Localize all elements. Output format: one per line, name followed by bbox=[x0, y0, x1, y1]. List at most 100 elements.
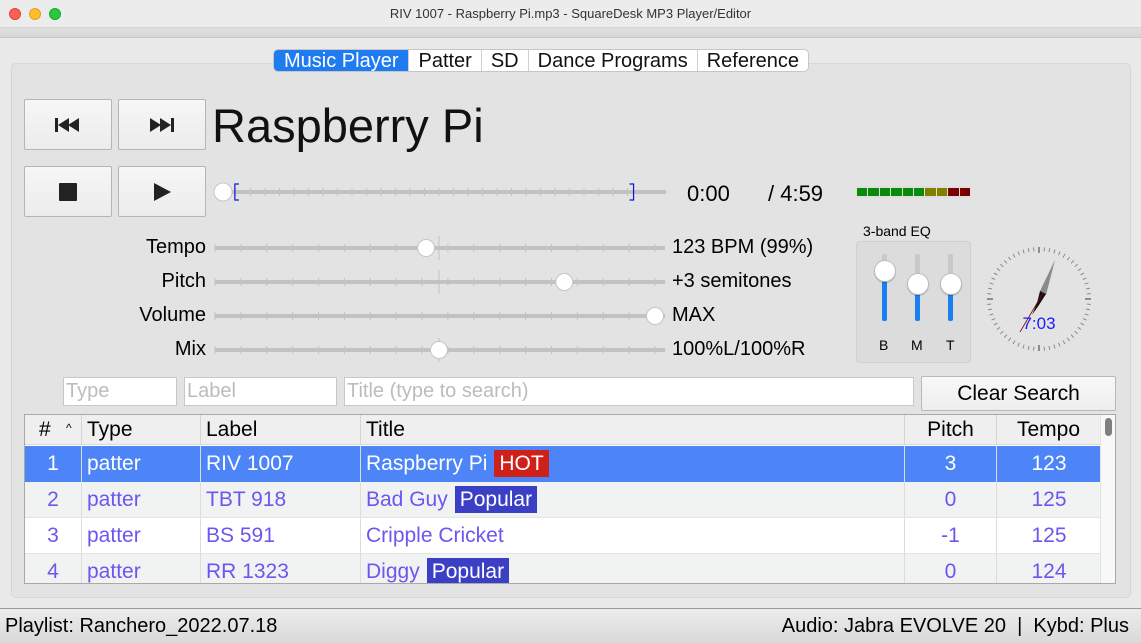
row-title: Bad Guy bbox=[366, 488, 448, 511]
clock-tick bbox=[1066, 256, 1070, 261]
vu-segment bbox=[891, 188, 902, 196]
row-label: TBT 918 bbox=[201, 482, 361, 517]
volume-slider[interactable] bbox=[213, 304, 665, 328]
vu-segment bbox=[959, 188, 971, 196]
tab-dance-programs[interactable]: Dance Programs bbox=[529, 50, 698, 71]
eq-band-label-bass: B bbox=[879, 337, 889, 353]
column-header-number[interactable]: # ^ bbox=[25, 415, 82, 444]
clock-tick bbox=[1000, 330, 1004, 335]
eq-slider-knob[interactable] bbox=[939, 273, 962, 296]
clock-tick bbox=[1070, 260, 1075, 264]
row-title: Raspberry Pi bbox=[366, 452, 488, 475]
row-type: patter bbox=[82, 446, 201, 482]
volume-label: Volume bbox=[139, 304, 206, 326]
tempo-value: 123 BPM (99%) bbox=[672, 236, 814, 258]
title-search-input[interactable] bbox=[344, 377, 914, 406]
clock-tick bbox=[1085, 287, 1090, 290]
title-bar: RIV 1007 - Raspberry Pi.mp3 - SquareDesk… bbox=[0, 0, 1141, 28]
eq-slider-knob[interactable] bbox=[906, 273, 929, 296]
row-number: 2 bbox=[25, 482, 82, 517]
table-row[interactable]: 2 patter TBT 918 Bad Guy Popular 0 125 bbox=[25, 482, 1101, 518]
tab-patter[interactable]: Patter bbox=[409, 50, 482, 71]
clock-tick bbox=[996, 268, 1001, 272]
clock-tick bbox=[1053, 344, 1056, 349]
previous-button[interactable] bbox=[24, 99, 112, 150]
skip-forward-icon bbox=[150, 117, 174, 132]
mix-slider[interactable] bbox=[213, 338, 665, 362]
pitch-label: Pitch bbox=[161, 270, 206, 292]
stop-button[interactable] bbox=[24, 166, 112, 217]
vu-segment bbox=[879, 188, 891, 196]
column-header-title[interactable]: Title bbox=[361, 415, 905, 444]
table-row[interactable]: 1 patter RIV 1007 Raspberry Pi HOT 3 123 bbox=[25, 446, 1101, 482]
type-filter-input[interactable] bbox=[63, 377, 177, 406]
row-label: RIV 1007 bbox=[201, 446, 361, 482]
column-header-type[interactable]: Type bbox=[82, 415, 201, 444]
play-button[interactable] bbox=[118, 166, 206, 217]
clock-tick bbox=[1062, 340, 1066, 345]
seek-knob[interactable] bbox=[213, 182, 233, 202]
clear-search-button[interactable]: Clear Search bbox=[921, 376, 1116, 411]
tab-reference[interactable]: Reference bbox=[698, 50, 808, 71]
column-header-pitch[interactable]: Pitch bbox=[905, 415, 997, 444]
next-button[interactable] bbox=[118, 99, 206, 150]
clock-tick bbox=[1066, 337, 1070, 342]
row-title-cell: Raspberry Pi HOT bbox=[361, 446, 905, 482]
tempo-label: Tempo bbox=[145, 236, 206, 258]
pitch-slider[interactable] bbox=[213, 270, 665, 294]
clock-tick bbox=[1003, 334, 1008, 338]
table-row[interactable]: 3 patter BS 591 Cripple Cricket -1 125 bbox=[25, 518, 1101, 554]
song-table: # ^ Type Label Title Pitch Tempo 1 patte… bbox=[24, 414, 1116, 584]
slider-knob[interactable] bbox=[430, 341, 448, 359]
eq-band-label-mid: M bbox=[911, 337, 923, 353]
clock-tick bbox=[1022, 344, 1025, 349]
row-title: Diggy bbox=[366, 560, 420, 583]
eq-slider-knob[interactable] bbox=[873, 259, 896, 282]
popular-tag: Popular bbox=[454, 486, 538, 513]
table-scrollbar[interactable] bbox=[1100, 415, 1115, 583]
slider-knob[interactable] bbox=[646, 307, 664, 325]
skip-back-icon bbox=[55, 117, 79, 132]
vu-segment bbox=[936, 188, 948, 196]
row-type: patter bbox=[82, 554, 201, 583]
clock-tick bbox=[1077, 268, 1082, 272]
row-title-cell: Diggy Popular bbox=[361, 554, 905, 583]
mix-label: Mix bbox=[174, 338, 206, 360]
row-tempo: 125 bbox=[1031, 488, 1067, 511]
clock-tick bbox=[1012, 340, 1016, 345]
column-header-label[interactable]: Label bbox=[201, 415, 361, 444]
seek-slider[interactable] bbox=[213, 180, 666, 204]
clock-tick bbox=[989, 313, 994, 316]
clock-tick bbox=[1008, 337, 1012, 342]
row-title: Cripple Cricket bbox=[366, 524, 504, 547]
table-row[interactable]: 4 patter RR 1323 Diggy Popular 0 124 bbox=[25, 554, 1101, 583]
tab-music-player[interactable]: Music Player bbox=[274, 50, 410, 71]
vu-segment bbox=[857, 188, 868, 196]
tab-sd[interactable]: SD bbox=[482, 50, 529, 71]
vu-segment bbox=[914, 188, 925, 196]
clock-tick bbox=[1077, 326, 1082, 330]
row-tempo: 123 bbox=[1031, 452, 1067, 475]
clock-tick bbox=[1048, 345, 1051, 350]
vu-meter bbox=[856, 186, 971, 198]
eq-label: 3-band EQ bbox=[863, 223, 931, 239]
row-pitch: -1 bbox=[905, 518, 997, 553]
clock-tick bbox=[1058, 251, 1061, 256]
row-type: patter bbox=[82, 482, 201, 517]
slider-knob[interactable] bbox=[417, 239, 436, 257]
vu-segment bbox=[948, 188, 959, 196]
tempo-slider[interactable] bbox=[213, 236, 665, 260]
label-filter-input[interactable] bbox=[184, 377, 337, 406]
clock-minute-hand bbox=[1040, 260, 1055, 295]
row-number: 4 bbox=[25, 554, 82, 583]
song-title: Raspberry Pi bbox=[212, 99, 484, 152]
clock-tick bbox=[1008, 256, 1012, 261]
slider-knob[interactable] bbox=[555, 273, 574, 291]
current-time: 0:00 bbox=[687, 181, 730, 206]
scrollbar-thumb[interactable] bbox=[1105, 418, 1112, 436]
clock-tick bbox=[993, 322, 998, 326]
vu-segment bbox=[902, 188, 914, 196]
column-header-tempo[interactable]: Tempo bbox=[997, 415, 1101, 444]
pitch-value: +3 semitones bbox=[672, 270, 792, 292]
app-window: RIV 1007 - Raspberry Pi.mp3 - SquareDesk… bbox=[0, 0, 1141, 643]
